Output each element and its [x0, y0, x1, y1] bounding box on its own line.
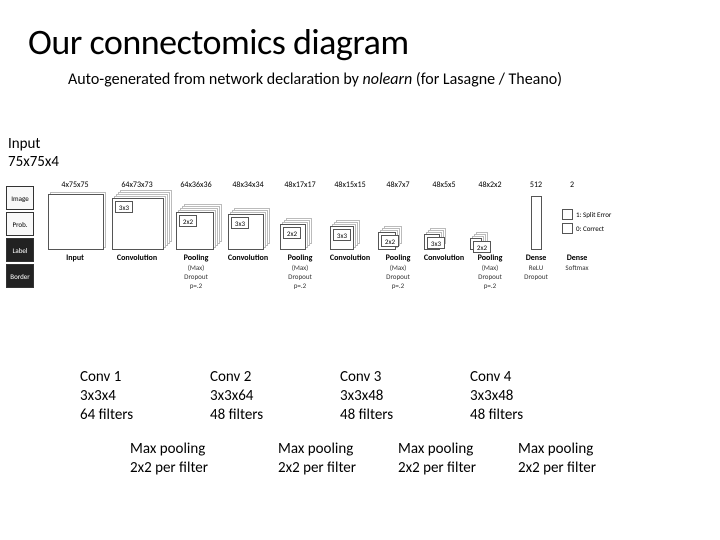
layer-stack: 2x2	[372, 192, 424, 250]
layer-pooling: 64x36x36 2x2 Pooling(Max)Dropoutp=.2	[170, 180, 222, 290]
input-label-line1: Input	[8, 135, 59, 153]
layer-name: Pooling	[372, 253, 424, 263]
layer-stack: 2x2	[274, 192, 326, 250]
layer-stack: 2x2	[170, 192, 222, 250]
page-title: Our connectomics diagram	[28, 20, 692, 64]
kernel-size: 3x3	[427, 237, 445, 249]
layer-stack: 2x2	[464, 192, 516, 250]
layer-dims: 2	[562, 180, 582, 190]
layer-convolution: 48x15x15 3x3 Convolution	[324, 180, 376, 263]
input-label: Input 75x75x4	[8, 135, 59, 171]
layer-name: Dense	[562, 253, 592, 263]
layer-stack: 3x3	[418, 192, 470, 250]
output-row: 0: Correct	[562, 223, 604, 234]
input-chip: Image	[6, 186, 34, 210]
layer-hint: p=.2	[170, 281, 222, 290]
architecture-diagram: ImageProb.LabelBorder 4x75x75Input64x73x…	[6, 180, 714, 350]
layer-stack	[42, 192, 108, 250]
dense-bar	[531, 196, 542, 250]
layer-hint: ReLU	[516, 263, 556, 272]
layer-name: Pooling	[464, 253, 516, 263]
layer-input: 4x75x75 Input	[42, 180, 108, 263]
layer-pooling: 48x17x17 2x2 Pooling(Max)Dropoutp=.2	[274, 180, 326, 290]
subtitle: Auto-generated from network declaration …	[68, 70, 692, 89]
layer-hint: Dropout	[372, 272, 424, 281]
layer-stack: 3x3	[324, 192, 376, 250]
layer-hint: Dropout	[274, 272, 326, 281]
kernel-size: 2x2	[381, 235, 399, 247]
output-row: 1: Split Error	[562, 209, 611, 220]
layer-hint: p=.2	[274, 281, 326, 290]
annotation-pool: Max pooling2x2 per filter	[130, 440, 208, 478]
input-label-line2: 75x75x4	[8, 153, 59, 171]
subtitle-em: nolearn	[363, 70, 413, 89]
output-box	[562, 223, 573, 234]
layer-name: Convolution	[222, 253, 274, 263]
annotation-conv: Conv 13x3x464 filters	[80, 368, 133, 424]
layer-stack	[516, 192, 556, 250]
kernel-size: 3x3	[333, 229, 351, 241]
layer-dims: 48x5x5	[418, 180, 470, 190]
layer-dims: 64x73x73	[106, 180, 168, 190]
layer-dims: 64x36x36	[170, 180, 222, 190]
layer-stack: 3x3	[106, 192, 168, 250]
layer-hint: p=.2	[464, 281, 516, 290]
kernel-size: 2x2	[283, 227, 301, 239]
annotation-conv: Conv 23x3x6448 filters	[210, 368, 263, 424]
subtitle-pre: Auto-generated from network declaration …	[68, 70, 363, 89]
kernel-size: 2x2	[473, 241, 491, 253]
layer-convolution: 48x5x5 3x3 Convolution	[418, 180, 470, 263]
subtitle-post: (for Lasagne / Theano)	[412, 70, 562, 89]
layer-convolution: 64x73x73 3x3 Convolution	[106, 180, 168, 263]
layer-hint: Softmax	[562, 263, 592, 272]
layer-dims: 512	[516, 180, 556, 190]
layer-hint: Dropout	[516, 272, 556, 281]
layer-hint: (Max)	[274, 263, 326, 272]
layer-hint: Dropout	[170, 272, 222, 281]
output-label: 1: Split Error	[576, 210, 611, 219]
annotation-pool: Max pooling2x2 per filter	[518, 440, 596, 478]
input-chip: Border	[6, 264, 34, 288]
layer-dims: 48x15x15	[324, 180, 376, 190]
output-box	[562, 209, 573, 220]
kernel-size: 3x3	[231, 217, 249, 229]
layer-hint: (Max)	[170, 263, 222, 272]
layer-name: Dense	[516, 253, 556, 263]
input-chip: Label	[6, 238, 34, 262]
layer-dims: 48x34x34	[222, 180, 274, 190]
layer-hint: p=.2	[372, 281, 424, 290]
layer-dims: 48x17x17	[274, 180, 326, 190]
annotation-pool: Max pooling2x2 per filter	[278, 440, 356, 478]
layer-name: Convolution	[324, 253, 376, 263]
layer-stack: 3x3	[222, 192, 274, 250]
kernel-size: 2x2	[179, 215, 197, 227]
layer-pooling: 48x2x2 2x2Pooling(Max)Dropoutp=.2	[464, 180, 516, 290]
layer-name: Pooling	[170, 253, 222, 263]
layer-hint: Dropout	[464, 272, 516, 281]
layer-dims: 48x2x2	[464, 180, 516, 190]
annotation-pool: Max pooling2x2 per filter	[398, 440, 476, 478]
layer-name: Convolution	[106, 253, 168, 263]
output-label: 0: Correct	[576, 224, 604, 233]
layer-pooling: 48x7x7 2x2 Pooling(Max)Dropoutp=.2	[372, 180, 424, 290]
annotation-conv: Conv 33x3x4848 filters	[340, 368, 393, 424]
kernel-size: 3x3	[115, 201, 133, 213]
output-stack: 1: Split Error 0: Correct	[562, 192, 672, 250]
annotation-conv: Conv 43x3x4848 filters	[470, 368, 523, 424]
layer-hint: (Max)	[464, 263, 516, 272]
input-chip: Prob.	[6, 212, 34, 236]
layer-name: Pooling	[274, 253, 326, 263]
layer-name: Convolution	[418, 253, 470, 263]
layer-hint: (Max)	[372, 263, 424, 272]
layer-dims: 48x7x7	[372, 180, 424, 190]
layer-dims: 4x75x75	[42, 180, 108, 190]
layer-name: Input	[42, 253, 108, 263]
layer-convolution: 48x34x34 3x3 Convolution	[222, 180, 274, 263]
